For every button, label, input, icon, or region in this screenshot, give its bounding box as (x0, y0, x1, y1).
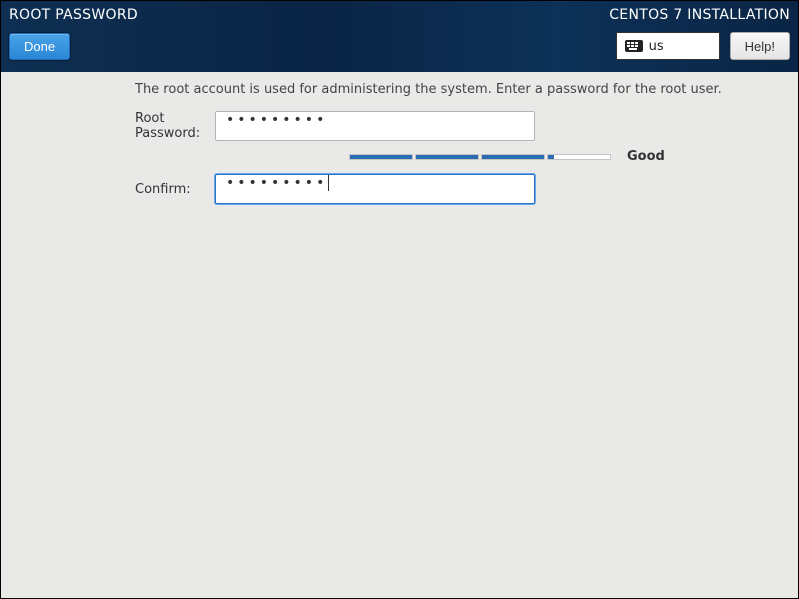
confirm-password-row: Confirm: ••••••••• (1, 174, 798, 204)
installer-window: ROOT PASSWORD CENTOS 7 INSTALLATION Done… (0, 0, 799, 599)
installer-title: CENTOS 7 INSTALLATION (609, 7, 790, 23)
password-strength-meter (349, 154, 611, 160)
page-title: ROOT PASSWORD (9, 7, 138, 23)
title-row: ROOT PASSWORD CENTOS 7 INSTALLATION (9, 7, 790, 27)
root-password-value: ••••••••• (226, 112, 327, 128)
root-password-label: Root Password: (1, 111, 215, 141)
strength-seg-1 (349, 154, 413, 160)
header-controls: Done us Help! (9, 32, 790, 60)
intro-text: The root account is used for administeri… (135, 82, 798, 97)
strength-seg-2 (415, 154, 479, 160)
keyboard-layout-label: us (649, 39, 664, 54)
help-button[interactable]: Help! (730, 32, 790, 60)
done-button[interactable]: Done (9, 33, 70, 60)
strength-seg-4 (547, 154, 611, 160)
root-password-input[interactable]: ••••••••• (215, 111, 535, 141)
header-bar: ROOT PASSWORD CENTOS 7 INSTALLATION Done… (1, 1, 798, 72)
confirm-password-value: ••••••••• (226, 175, 327, 191)
right-controls: us Help! (616, 32, 790, 60)
strength-seg-3 (481, 154, 545, 160)
password-strength-row: Good (1, 149, 798, 164)
text-caret (328, 175, 329, 191)
root-password-row: Root Password: ••••••••• (1, 111, 798, 141)
password-strength-label: Good (627, 149, 665, 164)
confirm-password-label: Confirm: (1, 182, 215, 197)
confirm-password-input[interactable]: ••••••••• (215, 174, 535, 204)
content-area: The root account is used for administeri… (1, 72, 798, 598)
keyboard-layout-indicator[interactable]: us (616, 32, 720, 60)
keyboard-icon (625, 40, 643, 52)
